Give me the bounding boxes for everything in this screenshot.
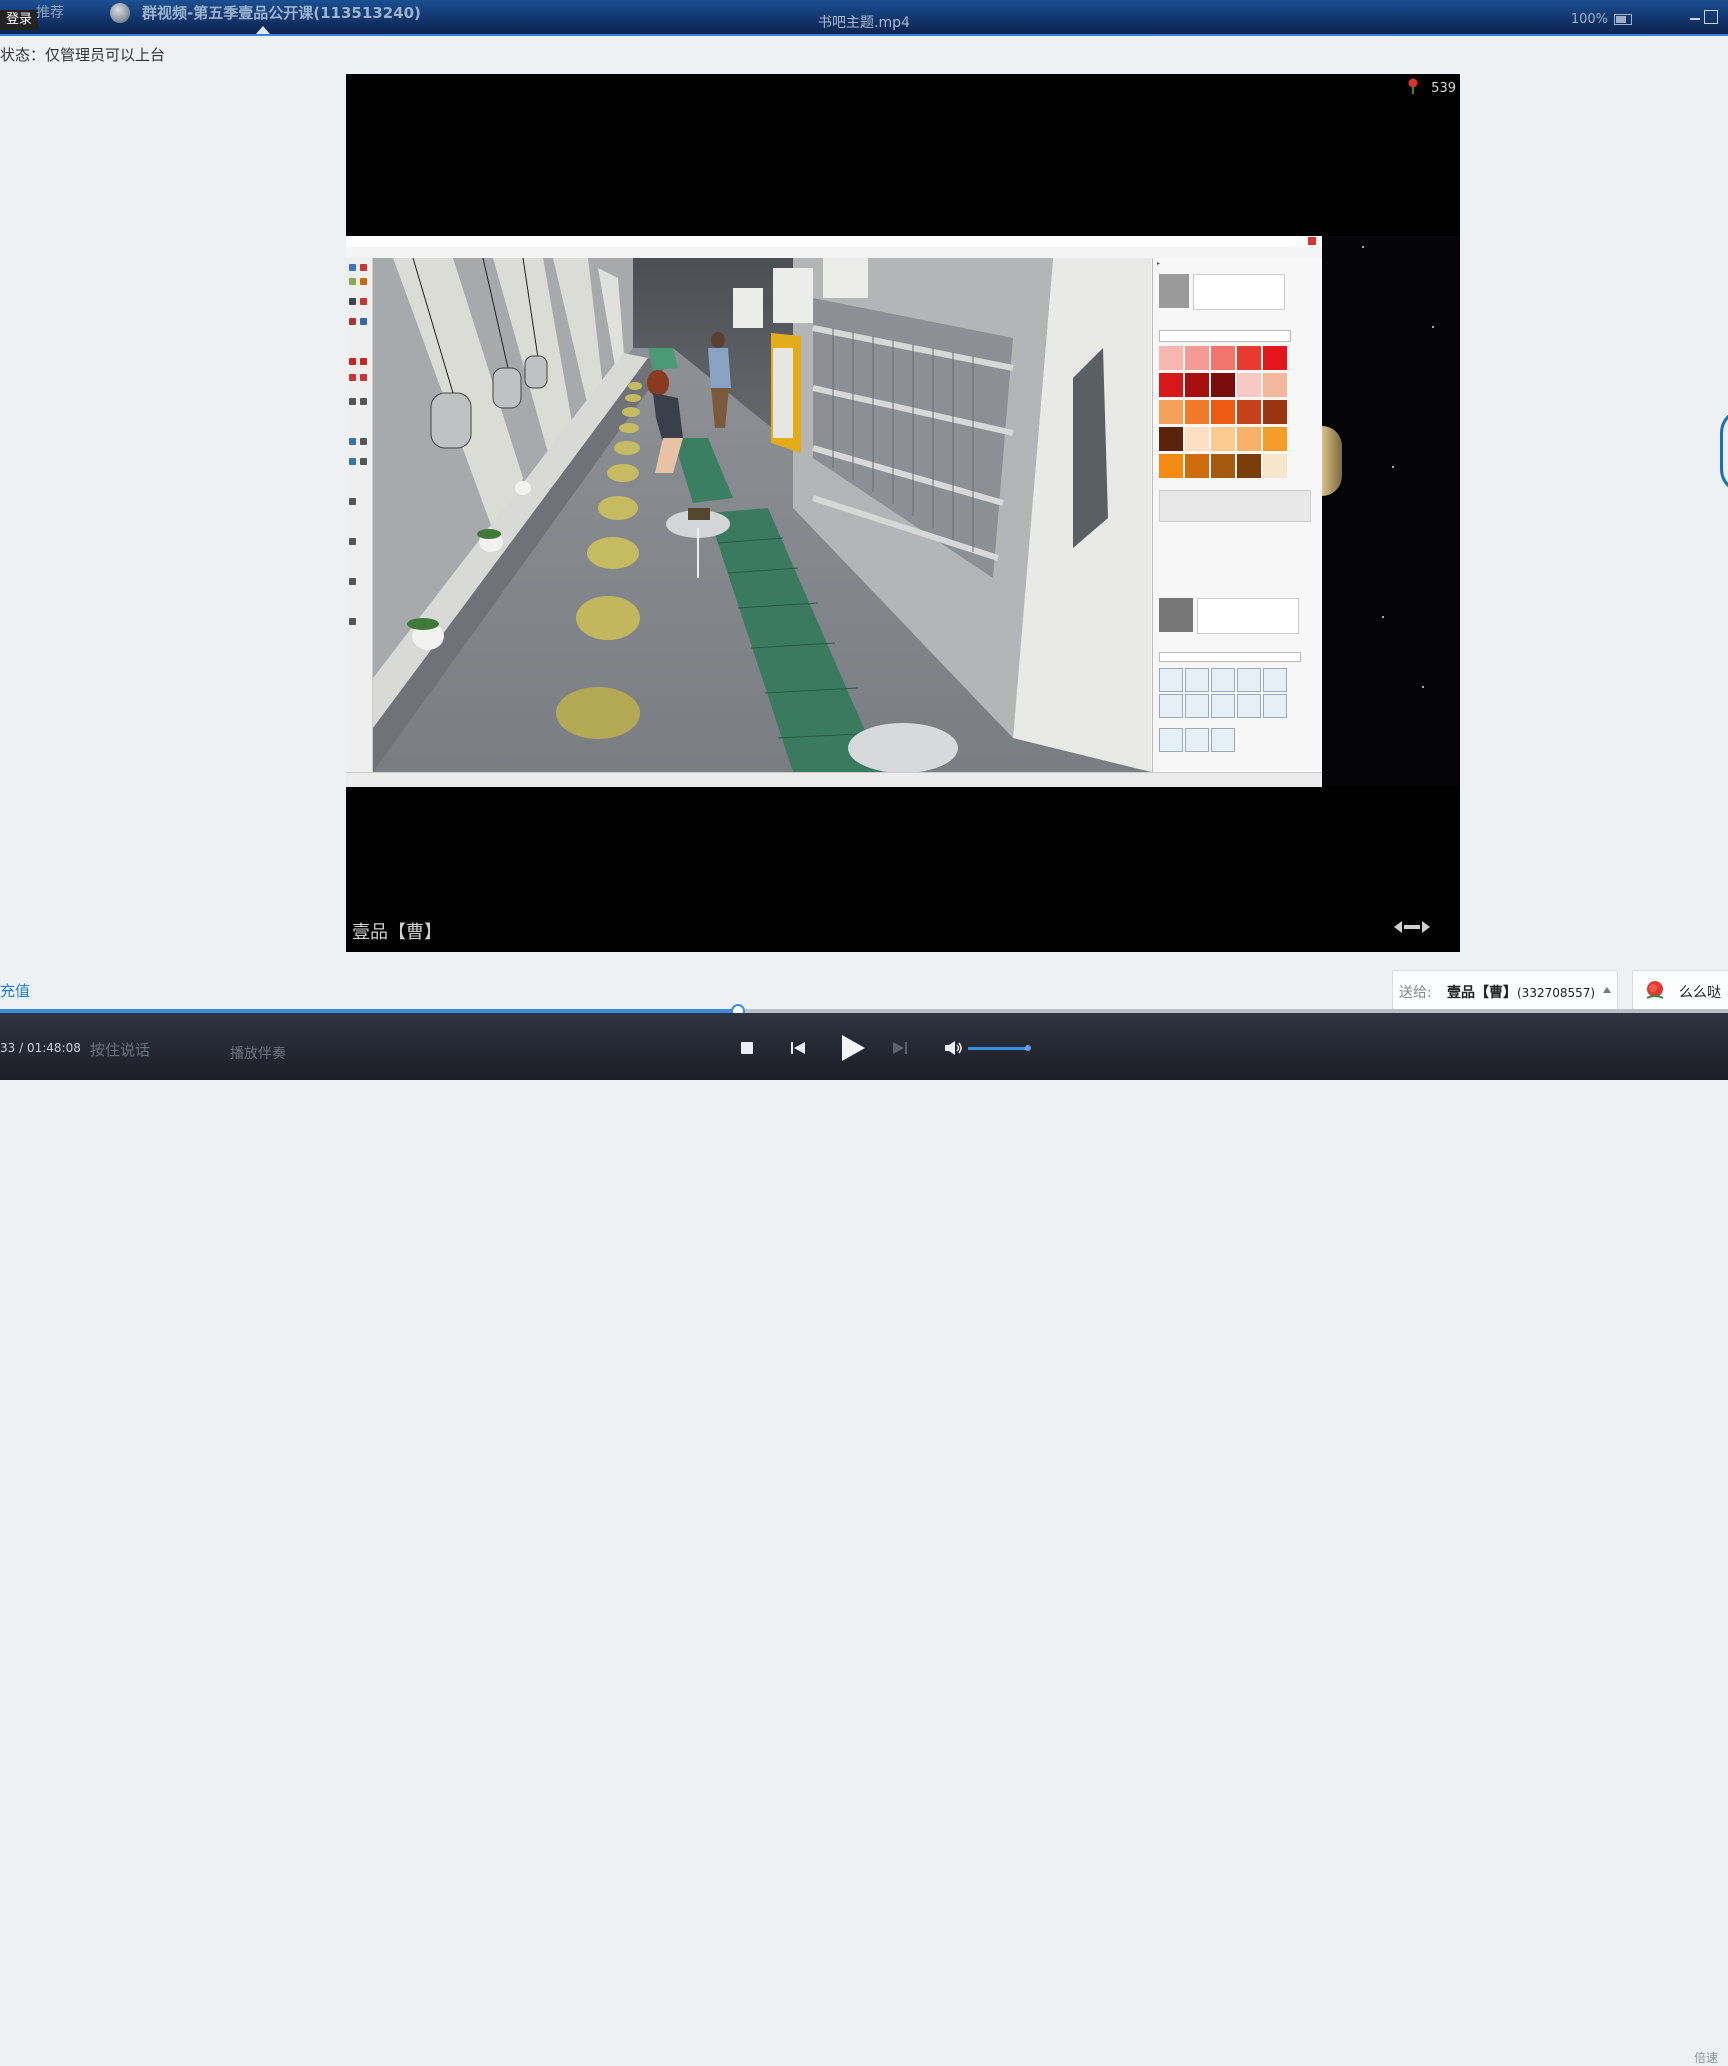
color-swatch <box>1211 454 1235 478</box>
flower-count: 539 <box>1431 81 1456 96</box>
desktop-background <box>1322 236 1460 786</box>
volume-slider[interactable] <box>968 1045 1031 1051</box>
volume-icon[interactable] <box>944 1040 964 1056</box>
color-swatch <box>1237 346 1261 370</box>
stop-icon[interactable] <box>741 1042 753 1054</box>
recharge-link[interactable]: 充值 <box>0 980 30 1001</box>
next-icon[interactable] <box>892 1040 908 1056</box>
video-player[interactable]: ▸ 539 壹品【曹】 <box>346 74 1460 952</box>
color-swatch-grid <box>1159 346 1291 481</box>
color-swatch <box>1211 400 1235 424</box>
zoom-level[interactable]: 100% <box>1571 12 1608 27</box>
color-swatch <box>1263 400 1287 424</box>
color-swatch <box>1159 400 1183 424</box>
time-total: 01:48:08 <box>26 1041 81 1055</box>
color-swatch <box>1185 427 1209 451</box>
flower-icon[interactable] <box>1406 78 1420 94</box>
sketchup-materials-panel: ▸ <box>1152 258 1323 772</box>
send-to-label: 送给: <box>1399 985 1432 1001</box>
color-swatch <box>1185 400 1209 424</box>
play-icon[interactable] <box>840 1034 866 1062</box>
shared-screen-content: ▸ <box>346 236 1323 787</box>
color-swatch <box>1211 427 1235 451</box>
bookbar-3d-scene <box>373 258 1151 772</box>
send-target: 壹品【曹】(332708557) <box>1447 982 1595 1002</box>
volume-thumb[interactable] <box>1025 1045 1031 1051</box>
color-swatch <box>1159 427 1183 451</box>
press-to-talk-button[interactable]: 按住说话 <box>90 1039 150 1060</box>
color-swatch <box>1159 454 1183 478</box>
video-file-name: 书吧主题.mp4 <box>818 15 910 31</box>
gift-button[interactable]: 么么哒 <box>1632 970 1728 1012</box>
gift-label: 么么哒 <box>1679 985 1721 1001</box>
color-swatch <box>1211 373 1235 397</box>
side-floating-widget[interactable] <box>1720 408 1728 494</box>
expand-icon[interactable] <box>1394 918 1430 936</box>
color-swatch <box>1185 454 1209 478</box>
color-swatch <box>1237 400 1261 424</box>
minimize-icon[interactable] <box>1690 18 1700 20</box>
sketchup-toolbar <box>346 258 373 772</box>
color-swatch <box>1263 346 1287 370</box>
presenter-name: 壹品【曹】 <box>352 922 442 943</box>
sketchup-menubar <box>346 247 1322 257</box>
color-swatch <box>1159 373 1183 397</box>
close-icon <box>1308 237 1316 245</box>
sketchup-viewport <box>373 258 1151 772</box>
previous-icon[interactable] <box>790 1040 806 1056</box>
play-accompaniment-select[interactable]: 播放伴奏 <box>230 1043 286 1063</box>
color-swatch <box>1237 454 1261 478</box>
color-swatch <box>1263 454 1287 478</box>
chevron-up-icon[interactable] <box>1603 987 1611 993</box>
volume-fill <box>968 1047 1026 1050</box>
rose-icon <box>1646 981 1664 999</box>
color-swatch <box>1237 373 1261 397</box>
title-bar: 登录 推荐 群视频-第五季壹品公开课(113513240) 书吧主题.mp4 1… <box>0 0 1728 36</box>
sketchup-statusbar <box>346 772 1322 787</box>
stage-status: 状态：仅管理员可以上台 <box>0 46 166 64</box>
color-swatch <box>1263 373 1287 397</box>
color-swatch <box>1159 346 1183 370</box>
color-swatch <box>1211 346 1235 370</box>
color-swatch <box>1185 346 1209 370</box>
color-swatch <box>1237 427 1261 451</box>
battery-icon <box>1614 14 1632 25</box>
speed-button[interactable]: 倍速 <box>1694 2049 1718 2066</box>
color-swatch <box>1185 373 1209 397</box>
restore-window-icon[interactable] <box>1704 10 1718 24</box>
gift-recipient-select[interactable]: 送给: 壹品【曹】(332708557) <box>1392 970 1618 1012</box>
time-readout: 33 / 01:48:08 <box>0 1041 81 1055</box>
color-swatch <box>1263 427 1287 451</box>
time-current: 33 <box>0 1041 16 1055</box>
send-target-name: 壹品【曹】 <box>1447 985 1517 1001</box>
send-target-id: (332708557) <box>1517 986 1596 1000</box>
